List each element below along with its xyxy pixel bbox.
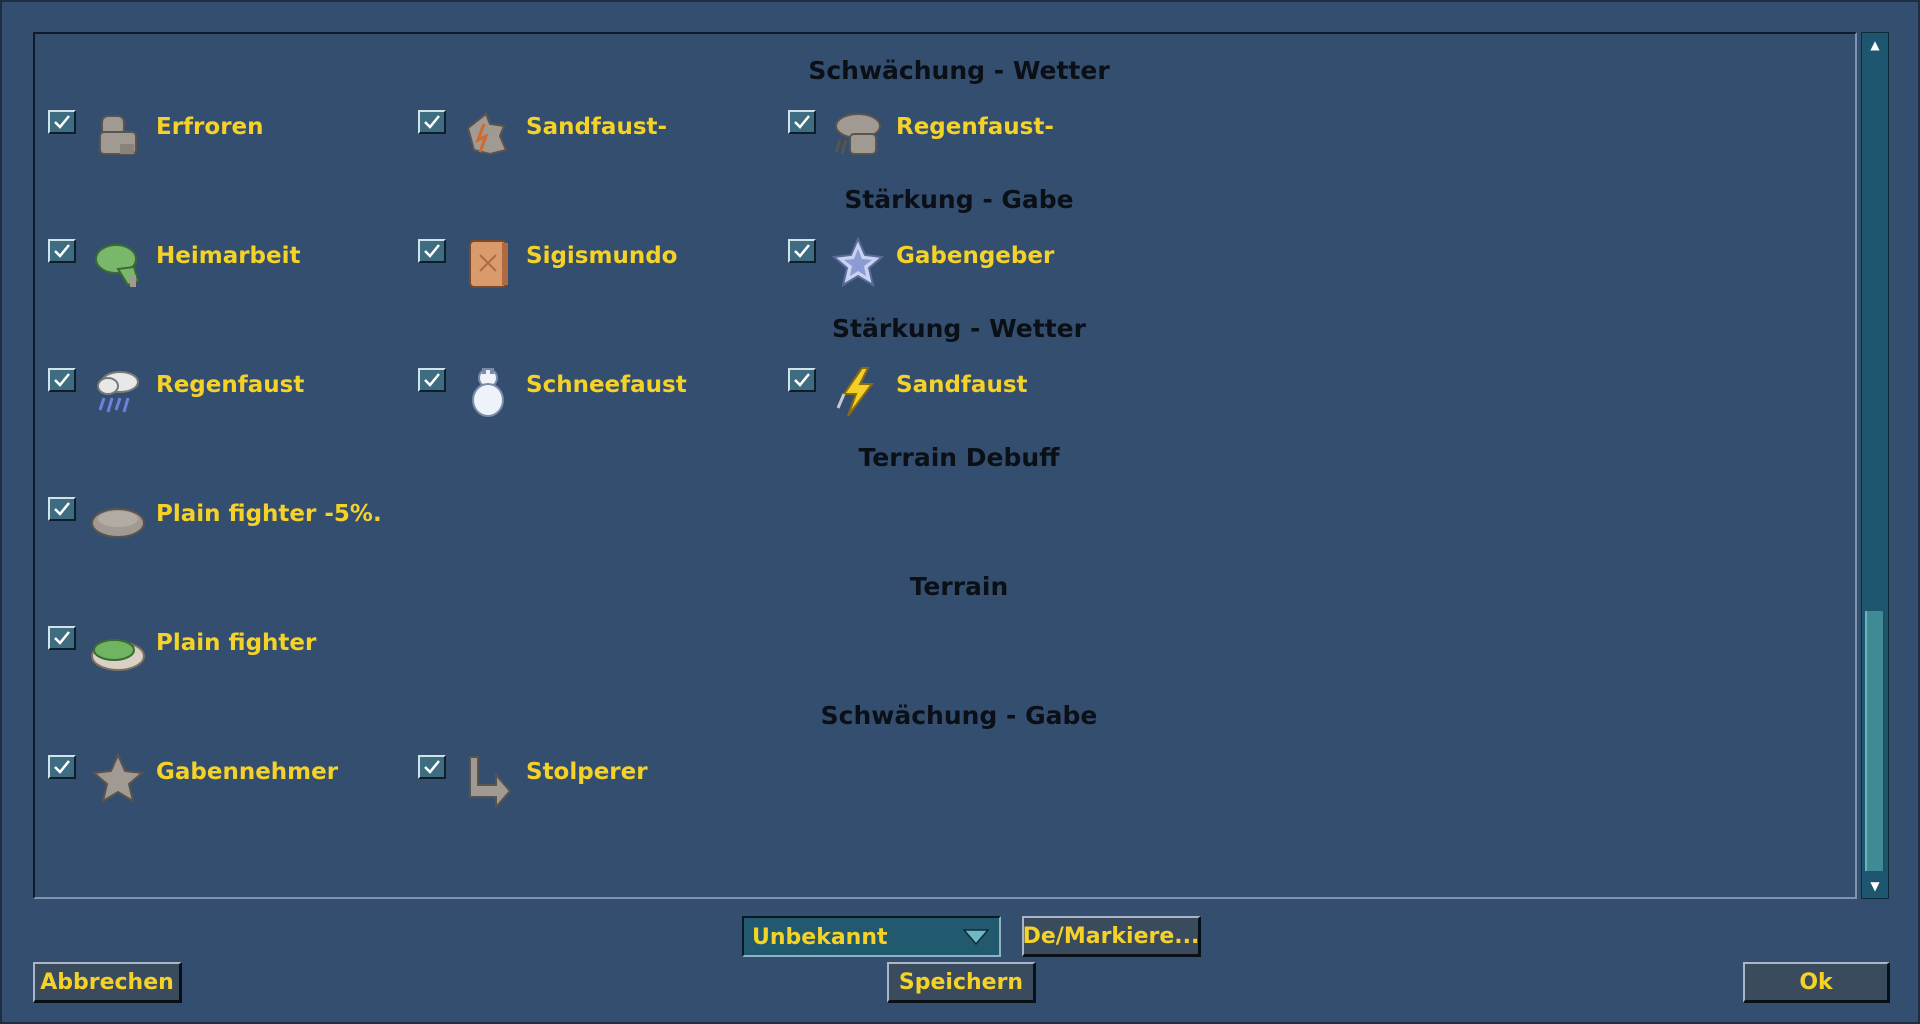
grey-star-icon (90, 751, 146, 807)
list-item[interactable]: Sandfaust- (418, 106, 778, 166)
list-item[interactable]: Regenfaust- (788, 106, 1148, 166)
section-title: Schwächung - Gabe (820, 701, 1098, 730)
turn-arrow-icon (460, 751, 516, 810)
item-label: Regenfaust (156, 372, 305, 398)
checkmark-icon (54, 373, 70, 387)
checkmark-icon (424, 115, 440, 129)
checkmark-icon (54, 502, 70, 516)
list-item[interactable]: Plain fighter -5%. (48, 493, 408, 553)
item-checkbox[interactable] (418, 368, 446, 392)
item-checkbox[interactable] (48, 755, 76, 779)
list-item[interactable]: Sandfaust (788, 364, 1148, 424)
filter-dialog: Schwächung - Wetter Erfroren Sandfaust- Reg… (0, 0, 1920, 1024)
ok-button[interactable]: Ok (1743, 962, 1890, 1003)
item-label: Schneefaust (526, 372, 687, 398)
item-checkbox[interactable] (48, 368, 76, 392)
grass-terrain-icon (90, 622, 146, 678)
item-checkbox[interactable] (788, 239, 816, 263)
scroll-up-arrow-icon[interactable]: ▲ (1862, 35, 1888, 55)
section-title: Terrain Debuff (858, 443, 1060, 472)
item-label: Stolperer (526, 759, 648, 785)
sandfist-debuff-icon (460, 106, 516, 162)
checkmark-icon (794, 373, 810, 387)
list-item[interactable]: Erfroren (48, 106, 408, 166)
item-checkbox[interactable] (418, 110, 446, 134)
item-label: Plain fighter (156, 630, 317, 656)
item-checkbox[interactable] (788, 368, 816, 392)
scroll-down-arrow-icon[interactable]: ▼ (1862, 876, 1888, 896)
item-checkbox[interactable] (48, 239, 76, 263)
item-checkbox[interactable] (48, 626, 76, 650)
checkmark-icon (54, 760, 70, 774)
item-checkbox[interactable] (418, 755, 446, 779)
item-checkbox[interactable] (48, 497, 76, 521)
chevron-down-icon (963, 929, 989, 946)
list-item[interactable]: Sigismundo (418, 235, 778, 295)
checkmark-icon (424, 760, 440, 774)
vertical-scrollbar[interactable]: ▲ ▼ (1861, 32, 1889, 899)
item-checkbox[interactable] (418, 239, 446, 263)
grey-terrain-icon (90, 493, 146, 549)
checkmark-icon (54, 244, 70, 258)
checkmark-icon (54, 115, 70, 129)
checkmark-icon (794, 115, 810, 129)
item-label: Gabennehmer (156, 759, 339, 785)
item-label: Gabengeber (896, 243, 1055, 269)
item-checkbox[interactable] (48, 110, 76, 134)
cancel-button[interactable]: Abbrechen (33, 962, 182, 1003)
dropdown-selected-value: Unbekannt (752, 925, 888, 950)
list-item[interactable]: Schneefaust (418, 364, 778, 424)
section-title: Schwächung - Wetter (808, 56, 1110, 85)
section-title: Stärkung - Gabe (844, 185, 1074, 214)
item-label: Sandfaust- (526, 114, 668, 140)
list-item[interactable]: Gabengeber (788, 235, 1148, 295)
list-item[interactable]: Gabennehmer (48, 751, 408, 811)
list-item[interactable]: Stolperer (418, 751, 778, 811)
item-checkbox[interactable] (788, 110, 816, 134)
item-label: Erfroren (156, 114, 264, 140)
checkmark-icon (424, 373, 440, 387)
scroll-tablet-icon (460, 235, 516, 291)
item-label: Sandfaust (896, 372, 1028, 398)
lightning-icon (830, 364, 886, 420)
raincloud-icon (90, 364, 146, 420)
section-title: Terrain (909, 572, 1009, 601)
scroll-thumb[interactable] (1865, 611, 1885, 871)
checkmark-icon (54, 631, 70, 645)
item-label: Plain fighter -5%. (156, 501, 382, 527)
green-turtle-icon (90, 235, 146, 291)
snowman-icon (460, 364, 516, 420)
item-label: Sigismundo (526, 243, 678, 269)
toggle-mark-button[interactable]: De/Markiere... (1022, 916, 1201, 957)
item-label: Heimarbeit (156, 243, 301, 269)
skill-filter-list: Schwächung - Wetter Erfroren Sandfaust- Reg… (33, 32, 1857, 899)
checkmark-icon (424, 244, 440, 258)
save-button[interactable]: Speichern (887, 962, 1036, 1003)
rainfist-debuff-icon (830, 106, 886, 162)
item-label: Regenfaust- (896, 114, 1054, 140)
list-item[interactable]: Plain fighter (48, 622, 408, 682)
checkmark-icon (794, 244, 810, 258)
star-icon (830, 235, 886, 291)
list-item[interactable]: Heimarbeit (48, 235, 408, 295)
list-item[interactable]: Regenfaust (48, 364, 408, 424)
section-title: Stärkung - Wetter (832, 314, 1086, 343)
frozen-figure-icon (90, 106, 146, 162)
category-dropdown[interactable]: Unbekannt (742, 916, 1001, 957)
